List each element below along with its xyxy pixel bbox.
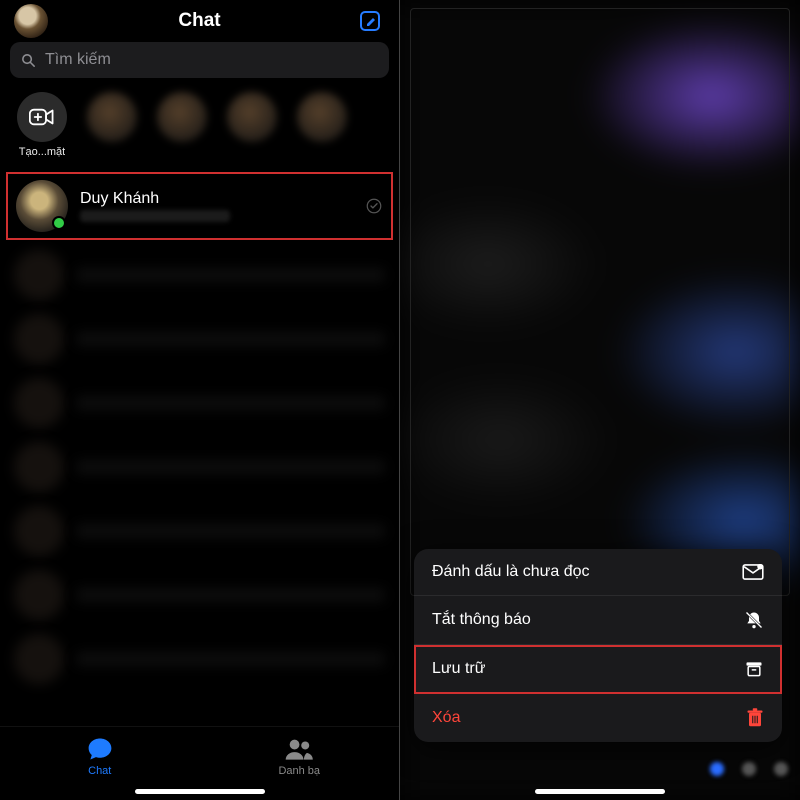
story-item[interactable] (84, 92, 140, 142)
stories-row: Tạo...mặt (0, 86, 399, 168)
delivered-icon (365, 197, 383, 215)
search-icon (20, 52, 37, 69)
chat-item[interactable] (0, 372, 399, 434)
chat-list: Duy Khánh (0, 172, 399, 772)
chat-item-highlighted[interactable]: Duy Khánh (6, 172, 393, 240)
menu-delete[interactable]: Xóa (414, 694, 782, 742)
chat-preview (80, 210, 230, 222)
tab-chat-label: Chat (88, 765, 111, 777)
tab-contacts-label: Danh bạ (278, 765, 320, 777)
chat-item[interactable] (0, 308, 399, 370)
context-menu-screen: Đánh dấu là chưa đọc Tắt thông báo Lưu t… (400, 0, 800, 800)
page-title: Chat (0, 10, 399, 32)
chat-list-screen: Chat Tìm kiếm (0, 0, 400, 800)
trash-icon (746, 708, 764, 728)
archive-icon (744, 659, 764, 679)
story-item[interactable] (294, 92, 350, 142)
tab-chat[interactable]: Chat (40, 735, 160, 777)
video-plus-icon (29, 107, 55, 127)
home-indicator[interactable] (135, 789, 265, 794)
preview-frame (410, 8, 790, 596)
chat-name: Duy Khánh (80, 190, 353, 208)
menu-archive-label: Lưu trữ (432, 660, 485, 678)
mail-unread-icon (742, 564, 764, 580)
chat-bubble-icon (85, 735, 115, 763)
presence-indicator (52, 216, 66, 230)
chat-item[interactable] (0, 244, 399, 306)
chat-item[interactable] (0, 564, 399, 626)
search-input[interactable]: Tìm kiếm (10, 42, 389, 78)
chat-avatar[interactable] (16, 180, 68, 232)
menu-archive[interactable]: Lưu trữ (414, 645, 782, 694)
menu-mark-unread[interactable]: Đánh dấu là chưa đọc (414, 549, 782, 596)
header-bar: Chat (0, 0, 399, 42)
chat-item[interactable] (0, 628, 399, 690)
create-room-button[interactable]: Tạo...mặt (14, 92, 70, 158)
blurred-nav-icons (710, 762, 788, 776)
tab-bar: Chat Danh bạ (0, 726, 399, 800)
people-icon (283, 735, 315, 763)
menu-mark-unread-label: Đánh dấu là chưa đọc (432, 563, 589, 581)
chat-item[interactable] (0, 436, 399, 498)
bell-off-icon (744, 610, 764, 630)
context-menu: Đánh dấu là chưa đọc Tắt thông báo Lưu t… (414, 549, 782, 742)
tab-contacts[interactable]: Danh bạ (239, 735, 359, 777)
menu-delete-label: Xóa (432, 709, 460, 727)
chat-item[interactable] (0, 500, 399, 562)
create-room-label: Tạo...mặt (19, 146, 65, 158)
story-item[interactable] (224, 92, 280, 142)
search-placeholder: Tìm kiếm (45, 51, 111, 69)
menu-mute-label: Tắt thông báo (432, 611, 531, 629)
menu-mute[interactable]: Tắt thông báo (414, 596, 782, 645)
home-indicator[interactable] (535, 789, 665, 794)
story-item[interactable] (154, 92, 210, 142)
